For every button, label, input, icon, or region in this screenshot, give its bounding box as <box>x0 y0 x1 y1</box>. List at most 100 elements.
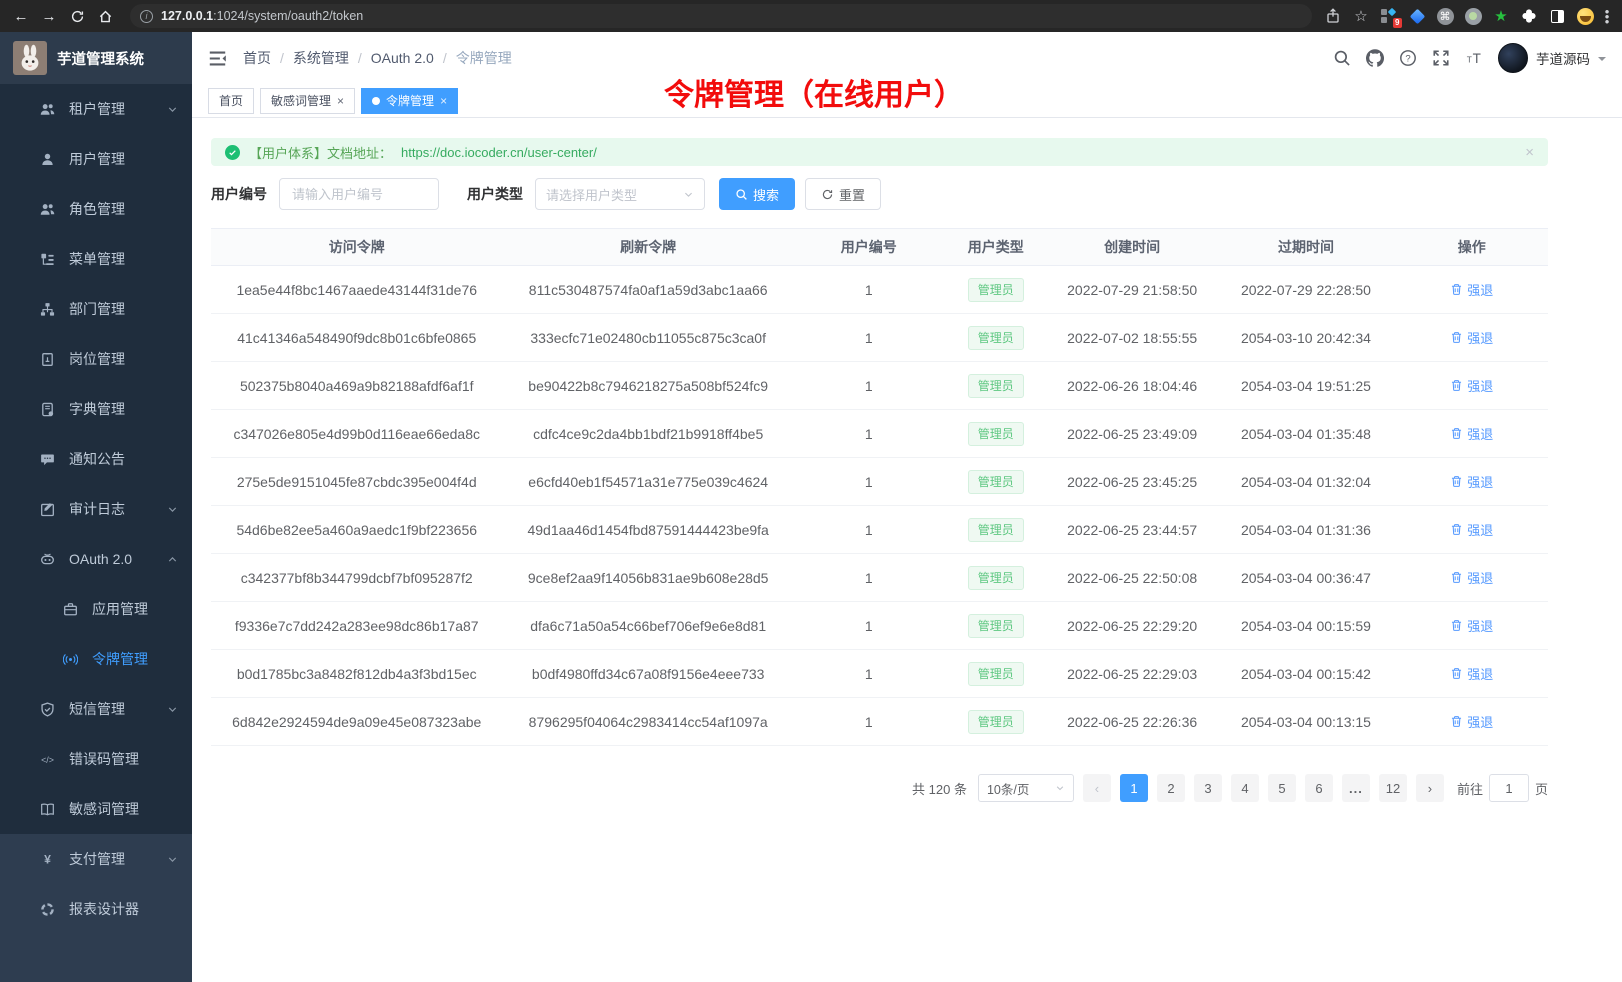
font-size-button[interactable]: TT <box>1465 49 1483 67</box>
share-button[interactable] <box>1324 7 1342 25</box>
sidebar-item-dept[interactable]: 部门管理 <box>0 284 192 334</box>
sidebar-item-user[interactable]: 用户管理 <box>0 134 192 184</box>
sidebar-item-oauth2[interactable]: OAuth 2.0 <box>0 534 192 584</box>
created-at-cell: 2022-06-25 23:44:57 <box>1048 506 1216 554</box>
created-at-cell: 2022-06-25 23:45:25 <box>1048 458 1216 506</box>
pager-page-3[interactable]: 3 <box>1194 774 1222 802</box>
force-logout-link[interactable]: 强退 <box>1450 520 1493 539</box>
record-extension-icon[interactable] <box>1464 7 1482 25</box>
green-star-extension-icon[interactable]: ★ <box>1492 7 1510 25</box>
fullscreen-button[interactable] <box>1432 49 1450 67</box>
pager-ellipsis[interactable]: ... <box>1342 774 1370 802</box>
access-token-cell: 275e5de9151045fe87cbdc395e004f4d <box>211 458 502 506</box>
profile-emoji-icon[interactable] <box>1576 7 1594 25</box>
sidebar-item-notice[interactable]: 通知公告 <box>0 434 192 484</box>
sidebar-item-audit-log[interactable]: 审计日志 <box>0 484 192 534</box>
app-title: 芋道管理系统 <box>57 48 144 69</box>
pager-page-2[interactable]: 2 <box>1157 774 1185 802</box>
browser-home-button[interactable] <box>92 4 118 28</box>
sidebar-item-sms[interactable]: 短信管理 <box>0 684 192 734</box>
sidebar-item-dict[interactable]: 字典管理 <box>0 384 192 434</box>
bookmark-star-icon[interactable]: ☆ <box>1352 7 1370 25</box>
sidebar-item-post[interactable]: 岗位管理 <box>0 334 192 384</box>
sidebar: 芋道管理系统 租户管理用户管理角色管理菜单管理部门管理岗位管理字典管理通知公告审… <box>0 32 192 982</box>
command-extension-icon[interactable]: ⌘ <box>1436 7 1454 25</box>
sidebar-item-oauth2-app[interactable]: 应用管理 <box>0 584 192 634</box>
sidebar-item-sensitive-word[interactable]: 敏感词管理 <box>0 784 192 834</box>
breadcrumb-home[interactable]: 首页 <box>243 48 271 68</box>
sidebar-item-oauth2-token[interactable]: 令牌管理 <box>0 634 192 684</box>
sidebar-item-label: 支付管理 <box>69 849 167 869</box>
next-page-button[interactable]: › <box>1416 774 1444 802</box>
expires-at-cell: 2054-03-04 01:31:36 <box>1216 506 1395 554</box>
force-logout-link[interactable]: 强退 <box>1450 712 1493 731</box>
alert-close-icon[interactable]: × <box>1525 144 1534 161</box>
tab-首页[interactable]: 首页 <box>208 88 254 114</box>
github-link-button[interactable] <box>1366 49 1384 67</box>
sidebar-item-role[interactable]: 角色管理 <box>0 184 192 234</box>
pager-page-4[interactable]: 4 <box>1231 774 1259 802</box>
tab-敏感词管理[interactable]: 敏感词管理× <box>260 88 355 114</box>
success-check-icon <box>225 145 240 160</box>
browser-forward-button[interactable]: → <box>36 4 62 28</box>
access-token-cell: c347026e805e4d99b0d116eae66eda8c <box>211 410 502 458</box>
user-type-select[interactable]: 请选择用户类型 <box>535 178 705 210</box>
split-screen-extension-icon[interactable] <box>1548 7 1566 25</box>
force-logout-link[interactable]: 强退 <box>1450 424 1493 443</box>
user-menu[interactable]: 芋道源码 <box>1498 43 1606 73</box>
close-icon[interactable]: × <box>440 94 447 108</box>
search-button[interactable]: 搜索 <box>719 178 795 210</box>
goto-page-input[interactable] <box>1489 774 1529 802</box>
app-logo[interactable]: 芋道管理系统 <box>0 32 192 84</box>
alert-doc-link[interactable]: https://doc.iocoder.cn/user-center/ <box>401 145 597 160</box>
sidebar-collapse-button[interactable] <box>208 49 227 68</box>
sidebar-item-label: 敏感词管理 <box>69 799 178 819</box>
close-icon[interactable]: × <box>337 94 344 108</box>
svg-text:</>: </> <box>41 754 54 764</box>
force-logout-link[interactable]: 强退 <box>1450 376 1493 395</box>
user-type-badge: 管理员 <box>968 374 1024 398</box>
force-logout-link[interactable]: 强退 <box>1450 568 1493 587</box>
header-search-button[interactable] <box>1333 49 1351 67</box>
sidebar-item-menu[interactable]: 菜单管理 <box>0 234 192 284</box>
annotation-overlay: 令牌管理（在线用户） <box>664 70 964 114</box>
prev-page-button[interactable]: ‹ <box>1083 774 1111 802</box>
pager-page-5[interactable]: 5 <box>1268 774 1296 802</box>
browser-menu-icon[interactable]: ••• <box>1604 7 1610 25</box>
force-logout-link[interactable]: 强退 <box>1450 616 1493 635</box>
gem-extension-icon[interactable] <box>1408 7 1426 25</box>
chevron-down-icon <box>1598 57 1606 65</box>
tab-令牌管理[interactable]: 令牌管理× <box>361 88 458 114</box>
sidebar-item-tenant[interactable]: 租户管理 <box>0 84 192 134</box>
filter-form: 用户编号 用户类型 请选择用户类型 搜索 重置 <box>211 178 1548 210</box>
sidebar-item-label: 审计日志 <box>69 499 167 519</box>
extension-grid-icon[interactable]: 9 <box>1380 7 1398 25</box>
help-button[interactable]: ? <box>1399 49 1417 67</box>
page-size-select[interactable]: 10条/页 <box>978 774 1074 802</box>
site-info-icon[interactable]: i <box>140 10 153 23</box>
sidebar-item-report-designer[interactable]: 报表设计器 <box>0 884 192 934</box>
sidebar-item-error-code[interactable]: </>错误码管理 <box>0 734 192 784</box>
force-logout-link[interactable]: 强退 <box>1450 328 1493 347</box>
force-logout-link[interactable]: 强退 <box>1450 280 1493 299</box>
pager-page-12[interactable]: 12 <box>1379 774 1407 802</box>
text-size-icon: TT <box>1465 49 1483 67</box>
rabbit-logo-icon <box>13 41 47 75</box>
browser-back-button[interactable]: ← <box>8 4 34 28</box>
breadcrumb-current: 令牌管理 <box>456 48 512 68</box>
breadcrumb-oauth2[interactable]: OAuth 2.0 <box>371 50 434 66</box>
address-bar[interactable]: i 127.0.0.1:1024/system/oauth2/token <box>130 4 1312 28</box>
browser-refresh-button[interactable] <box>64 4 90 28</box>
user-id-input[interactable] <box>279 178 439 210</box>
reset-button[interactable]: 重置 <box>805 178 881 210</box>
breadcrumb-system[interactable]: 系统管理 <box>293 48 349 68</box>
force-logout-link[interactable]: 强退 <box>1450 472 1493 491</box>
pinwheel-extension-icon[interactable] <box>1520 7 1538 25</box>
access-token-cell: 54d6be82ee5a460a9aedc1f9bf223656 <box>211 506 502 554</box>
force-logout-link[interactable]: 强退 <box>1450 664 1493 683</box>
sidebar-item-pay[interactable]: ¥支付管理 <box>0 834 192 884</box>
pager-page-6[interactable]: 6 <box>1305 774 1333 802</box>
col-access-token: 访问令牌 <box>211 229 502 266</box>
pager-page-1[interactable]: 1 <box>1120 774 1148 802</box>
sidebar-item-label: 部门管理 <box>69 299 178 319</box>
